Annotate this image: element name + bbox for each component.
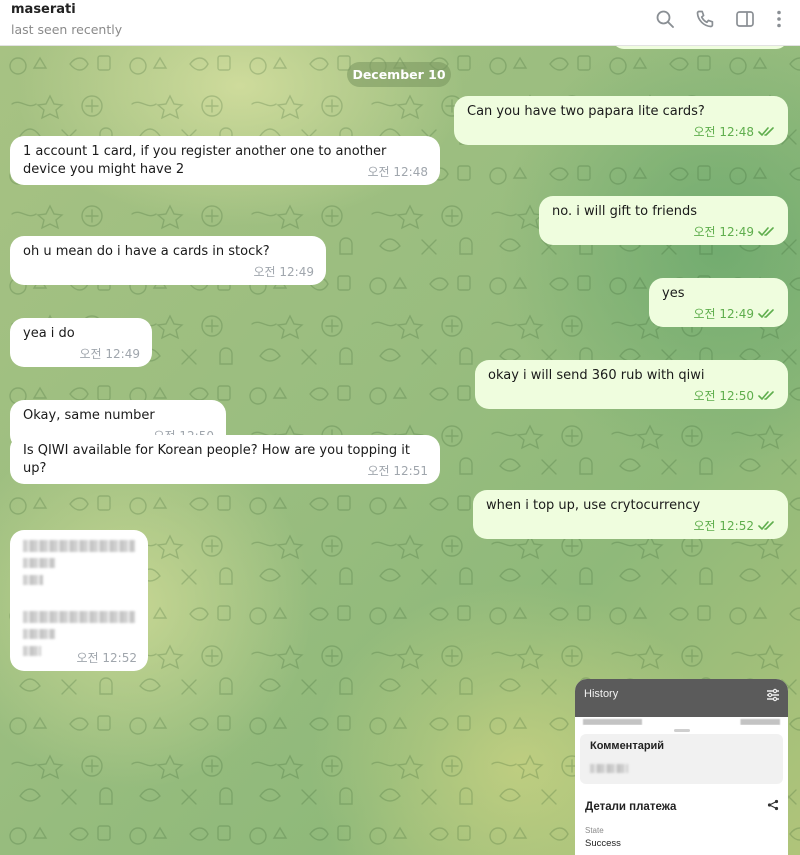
- double-check-icon: [758, 521, 774, 530]
- message-time: 오전 12:49: [253, 265, 314, 279]
- comment-card: Комментарий: [580, 734, 783, 784]
- message-time: 오전 12:52: [76, 651, 137, 665]
- chat-title[interactable]: maserati: [11, 2, 76, 17]
- message-meta: 오전 12:50: [694, 389, 776, 403]
- redacted-text: [23, 558, 55, 568]
- message-incoming[interactable]: yea i do 오전 12:49: [10, 318, 152, 367]
- message-text: oh u mean do i have a cards in stock?: [23, 244, 270, 259]
- message-text: no. i will gift to friends: [552, 204, 697, 219]
- date-separator: December 10: [347, 62, 451, 87]
- sidebar-toggle-icon[interactable]: [734, 8, 756, 30]
- message-meta: 오전 12:49: [80, 347, 140, 361]
- more-vertical-icon[interactable]: [768, 8, 790, 30]
- message-incoming-redacted[interactable]: 오전 12:52: [10, 530, 148, 671]
- message-text: 1 account 1 card, if you register anothe…: [23, 144, 387, 177]
- redacted-text: [23, 575, 43, 585]
- message-time: 오전 12:52: [693, 519, 754, 533]
- share-icon: [767, 799, 779, 811]
- message-meta: 오전 12:48: [368, 165, 428, 179]
- state-label: State: [585, 826, 604, 835]
- message-meta: 오전 12:49: [254, 265, 314, 279]
- message-outgoing[interactable]: no. i will gift to friends 오전 12:49: [539, 196, 788, 245]
- message-outgoing[interactable]: when i top up, use crytocurrency 오전 12:5…: [473, 490, 788, 539]
- message-text: Okay, same number: [23, 408, 155, 423]
- message-meta: 오전 12:49: [694, 225, 776, 239]
- message-meta: 오전 12:52: [77, 651, 137, 665]
- sheet-handle: [674, 729, 690, 732]
- message-incoming[interactable]: Is QIWI available for Korean people? How…: [10, 435, 440, 484]
- image-message[interactable]: History Комментарий Детали платежа State…: [575, 679, 788, 855]
- redacted-text: [23, 646, 41, 656]
- message-meta: 오전 12:52: [694, 519, 776, 533]
- redacted-text: [23, 611, 135, 623]
- double-check-icon: [758, 391, 774, 400]
- message-text: yea i do: [23, 326, 75, 341]
- comment-title: Комментарий: [590, 740, 665, 752]
- image-app-header: History: [575, 679, 788, 717]
- message-text: yes: [662, 286, 685, 301]
- message-text: okay i will send 360 rub with qiwi: [488, 368, 705, 383]
- state-value: Success: [585, 838, 621, 849]
- message-time: 오전 12:51: [367, 464, 428, 478]
- message-outgoing[interactable]: yes 오전 12:49: [649, 278, 788, 327]
- payment-details-title: Детали платежа: [585, 801, 677, 813]
- image-history-title: History: [584, 688, 619, 700]
- double-check-icon: [758, 227, 774, 236]
- redacted-text: [23, 540, 135, 552]
- message-time: 오전 12:49: [693, 307, 754, 321]
- image-bottom-sheet: Комментарий Детали платежа State Success: [575, 725, 788, 855]
- chat-status: last seen recently: [11, 22, 123, 37]
- message-text: Is QIWI available for Korean people? How…: [23, 443, 410, 476]
- message-meta: 오전 12:51: [368, 464, 428, 478]
- message-meta: 오전 12:49: [694, 307, 776, 321]
- message-time: 오전 12:49: [693, 225, 754, 239]
- message-meta: 오전 12:48: [694, 125, 776, 139]
- message-time: 오전 12:48: [367, 165, 428, 179]
- previous-message-edge: [612, 46, 788, 49]
- message-list[interactable]: December 10 Can you have two papara lite…: [0, 46, 800, 855]
- phone-icon[interactable]: [694, 8, 716, 30]
- message-text: when i top up, use crytocurrency: [486, 498, 701, 513]
- message-incoming[interactable]: 1 account 1 card, if you register anothe…: [10, 136, 440, 185]
- message-incoming[interactable]: oh u mean do i have a cards in stock? 오전…: [10, 236, 326, 285]
- redacted-text: [23, 629, 55, 639]
- chat-header: maserati last seen recently: [0, 0, 800, 46]
- redacted-comment: [590, 764, 628, 773]
- message-text: Can you have two papara lite cards?: [467, 104, 705, 119]
- message-outgoing[interactable]: Can you have two papara lite cards? 오전 1…: [454, 96, 788, 145]
- double-check-icon: [758, 309, 774, 318]
- message-outgoing[interactable]: okay i will send 360 rub with qiwi 오전 12…: [475, 360, 788, 409]
- filter-icon: [767, 688, 779, 702]
- message-time: 오전 12:48: [693, 125, 754, 139]
- message-time: 오전 12:50: [693, 389, 754, 403]
- double-check-icon: [758, 127, 774, 136]
- message-time: 오전 12:49: [79, 347, 140, 361]
- search-icon[interactable]: [654, 8, 676, 30]
